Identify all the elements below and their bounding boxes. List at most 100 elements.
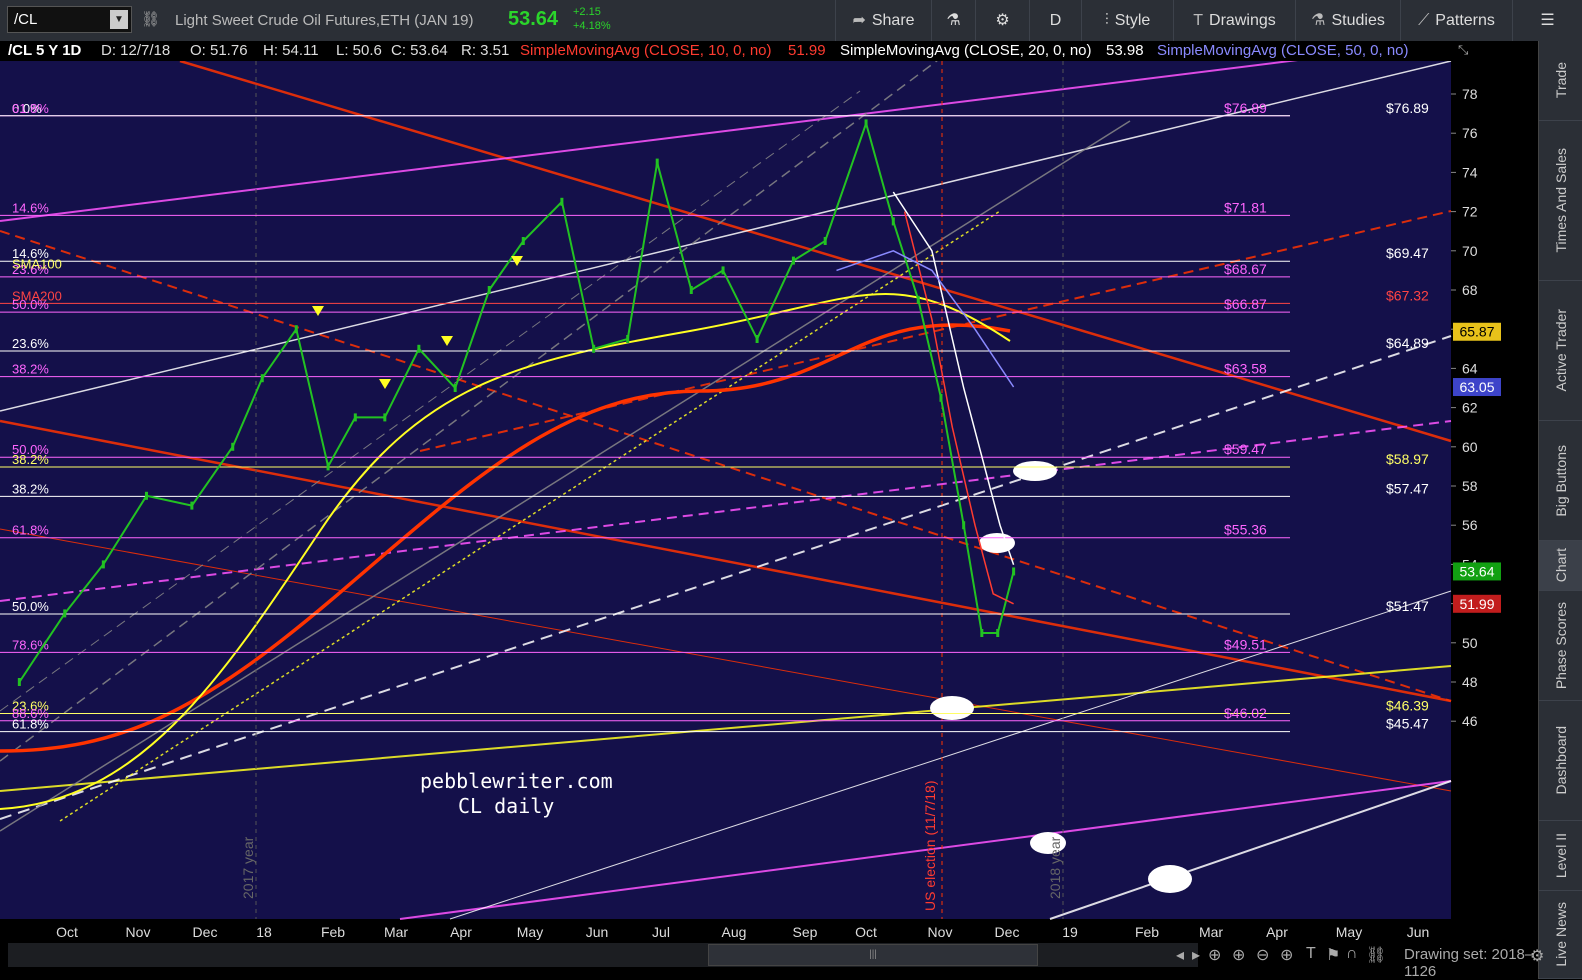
watermark-line2: CL daily [458, 794, 554, 818]
price-level-label: $46.39 [1386, 698, 1429, 714]
drawings-button[interactable]: T Drawings [1173, 0, 1295, 41]
y-tick-label: 64 [1462, 360, 1478, 376]
zoom-in-icon[interactable]: ⊕ [1280, 945, 1293, 965]
sma100-tag: SMA100 [12, 257, 62, 272]
price-chart[interactable]: $76.89 $76.89 $71.81 $69.47 $68.67 $67.32 $66.… [0, 61, 1538, 943]
beaker-icon: ⚗ [1311, 12, 1326, 29]
fib-label: 38.2% [12, 481, 49, 496]
share-label: Share [871, 12, 915, 29]
price-level-label: $63.58 [1224, 361, 1267, 377]
y-tick-label: 78 [1462, 86, 1478, 102]
gear-icon[interactable]: ⚙ [1530, 946, 1544, 966]
fib-label: 61.8% [12, 717, 49, 732]
collapse-icon[interactable]: ⤡ [1458, 42, 1468, 58]
patterns-button[interactable]: ⟋ Patterns [1400, 0, 1512, 41]
highlight-ellipse [1148, 865, 1192, 893]
chart-annotation-strip: /CL 5 Y 1D D: 12/7/18 O: 51.76 H: 54.11 … [0, 41, 1538, 61]
price-level-label: $58.97 [1386, 451, 1429, 467]
scroll-left-icon[interactable]: ◂ [1176, 945, 1184, 965]
sidebar-tab[interactable]: Trade [1539, 41, 1582, 121]
menu-icon[interactable]: ☰ [1512, 0, 1582, 41]
price-level-label: $67.32 [1386, 287, 1429, 303]
y-tick-label: 74 [1462, 164, 1478, 180]
price-level-label: $51.47 [1386, 598, 1429, 614]
x-tick-label: Dec [995, 924, 1020, 940]
price-axis-tag-label: 65.87 [1459, 324, 1494, 340]
zoom-out-icon[interactable]: ⊖ [1256, 945, 1269, 965]
flask-icon[interactable]: ⚗ [931, 0, 975, 41]
bottom-bar: ||| ◂ ▸ ⊕ ⊕ ⊖ ⊕ T ⚑ ∩ ⛓ Drawing set: 201… [0, 943, 1544, 980]
studies-button[interactable]: ⚗ Studies [1295, 0, 1400, 41]
price-bar [1012, 567, 1016, 576]
highlight-ellipse [1013, 461, 1057, 481]
sma10-label: SimpleMovingAvg (CLOSE, 10, 0, no) [520, 42, 772, 59]
election-label: US election (11/7/18) [922, 781, 938, 911]
sidebar-tab[interactable]: Active Trader [1539, 281, 1582, 421]
price-bar [916, 295, 920, 304]
y-tick-label: 58 [1462, 478, 1478, 494]
period-button[interactable]: D [1029, 0, 1081, 41]
price-axis-tag-label: 53.64 [1459, 563, 1494, 579]
symbol-input[interactable]: /CL ▼ [7, 6, 132, 33]
price-level-label: $68.67 [1224, 261, 1267, 277]
link-icon[interactable]: ⛓ [1366, 945, 1386, 965]
year-label: 2017 year [240, 836, 256, 899]
sidebar-tab[interactable]: Phase Scores [1539, 591, 1582, 701]
x-tick-label: Sep [793, 924, 818, 940]
net-change: +2.15 +4.18% [573, 5, 611, 33]
scrollbar-thumb[interactable]: ||| [708, 944, 1038, 966]
symbol-text: /CL [14, 11, 38, 28]
price-bar [655, 158, 659, 167]
price-bar [791, 256, 795, 265]
pan-icon[interactable]: ⊕ [1208, 945, 1221, 965]
scrollbar[interactable]: ||| [8, 943, 1198, 967]
share-button[interactable]: ➦ Share [835, 0, 931, 41]
sidebar-tab-label: Times And Sales [1553, 148, 1569, 253]
sma20-value: 53.98 [1106, 42, 1144, 59]
x-tick-label: Apr [1266, 924, 1288, 940]
last-price: 53.64 [508, 8, 559, 30]
magnet-icon[interactable]: ∩ [1346, 945, 1358, 963]
price-bar [521, 237, 525, 245]
drawing-set-label[interactable]: Drawing set: 2018–1126 [1404, 946, 1538, 980]
sidebar-tab[interactable]: Big Buttons [1539, 421, 1582, 541]
sidebar-tab-label: Active Trader [1553, 309, 1569, 392]
sidebar-tab[interactable]: Times And Sales [1539, 121, 1582, 281]
x-tick-label: Jun [586, 924, 609, 940]
price-level-label: $46.02 [1224, 705, 1267, 721]
bar-low: L: 50.6 [336, 42, 382, 59]
x-tick-label: Nov [928, 924, 953, 940]
chevron-down-icon[interactable]: ▼ [110, 10, 128, 29]
sidebar-tab[interactable]: Dashboard [1539, 701, 1582, 821]
link-icon[interactable]: ⛓ [141, 10, 160, 28]
scroll-right-icon[interactable]: ▸ [1192, 945, 1200, 965]
x-tick-label: Oct [855, 924, 877, 940]
x-tick-label: Dec [193, 924, 218, 940]
price-bar [453, 384, 457, 392]
price-bar [755, 335, 759, 343]
studies-label: Studies [1331, 12, 1385, 29]
gear-icon[interactable]: ⚙ [975, 0, 1029, 41]
style-button[interactable]: ⫶ Style [1081, 0, 1173, 41]
price-level-label: $59.47 [1224, 441, 1267, 457]
period-label: D [1049, 12, 1062, 29]
sidebar-tab-label: Chart [1553, 548, 1569, 583]
text-tool-icon[interactable]: T [1306, 945, 1316, 963]
chart-plot-area [0, 61, 1451, 919]
sidebar-tab[interactable]: Level II [1539, 821, 1582, 891]
price-bar [962, 521, 966, 530]
x-tick-label: Jul [652, 924, 670, 940]
crosshair-icon[interactable]: ⊕ [1232, 945, 1245, 965]
right-sidebar: Trade Times And Sales Active Trader Big But… [1538, 41, 1582, 979]
chart-header: /CL 5 Y 1D [8, 42, 82, 59]
flag-icon[interactable]: ⚑ [1326, 945, 1340, 965]
x-tick-label: Feb [1135, 924, 1159, 940]
style-label: Style [1114, 12, 1151, 29]
y-tick-label: 48 [1462, 674, 1478, 690]
sma10-value: 51.99 [788, 42, 826, 59]
x-tick-label: Mar [1199, 924, 1223, 940]
sidebar-tab[interactable]: Live News [1539, 891, 1582, 979]
sidebar-tab[interactable]: Chart [1539, 541, 1582, 591]
x-tick-label: 18 [256, 924, 272, 940]
price-bar [383, 413, 387, 422]
